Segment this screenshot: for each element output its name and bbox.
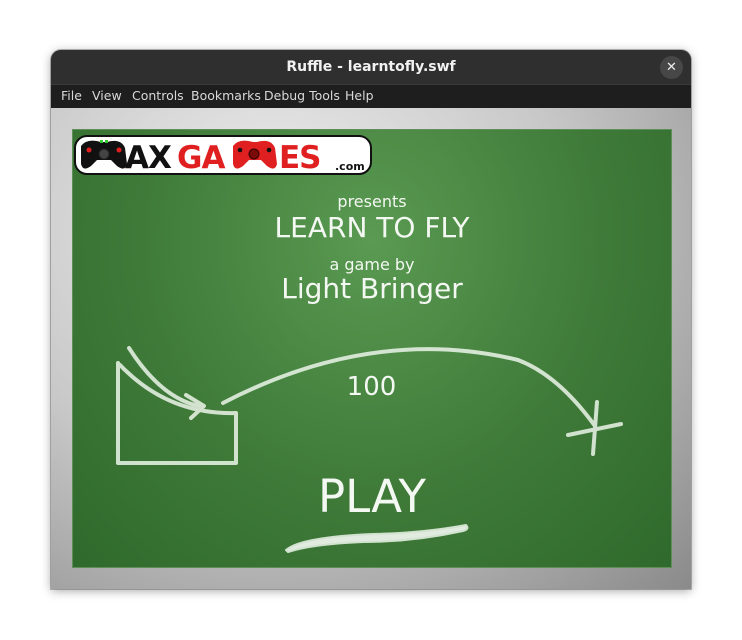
menu-debug-tools[interactable]: Debug Tools: [264, 85, 340, 108]
landing-mark-vertical: [591, 400, 599, 456]
player-area: AX GA ES .com presents LEARN TO FLY a ga…: [51, 108, 691, 589]
ruffle-window: Ruffle - learntofly.swf ✕ File View Cont…: [51, 50, 691, 589]
play-button[interactable]: PLAY: [73, 470, 671, 523]
menu-help[interactable]: Help: [345, 85, 374, 108]
title-bar[interactable]: Ruffle - learntofly.swf ✕: [51, 50, 691, 84]
close-icon: ✕: [666, 60, 677, 75]
ramp-shape: [116, 361, 238, 465]
menu-view[interactable]: View: [92, 85, 122, 108]
distance-value: 100: [346, 372, 397, 402]
close-button[interactable]: ✕: [660, 56, 683, 79]
menu-bookmarks[interactable]: Bookmarks: [191, 85, 261, 108]
menu-bar: File View Controls Bookmarks Debug Tools…: [51, 84, 691, 108]
menu-controls[interactable]: Controls: [132, 85, 184, 108]
menu-file[interactable]: File: [61, 85, 82, 108]
play-underline: [285, 524, 469, 553]
window-title: Ruffle - learntofly.swf: [286, 59, 456, 75]
game-stage[interactable]: AX GA ES .com presents LEARN TO FLY a ga…: [72, 129, 672, 568]
